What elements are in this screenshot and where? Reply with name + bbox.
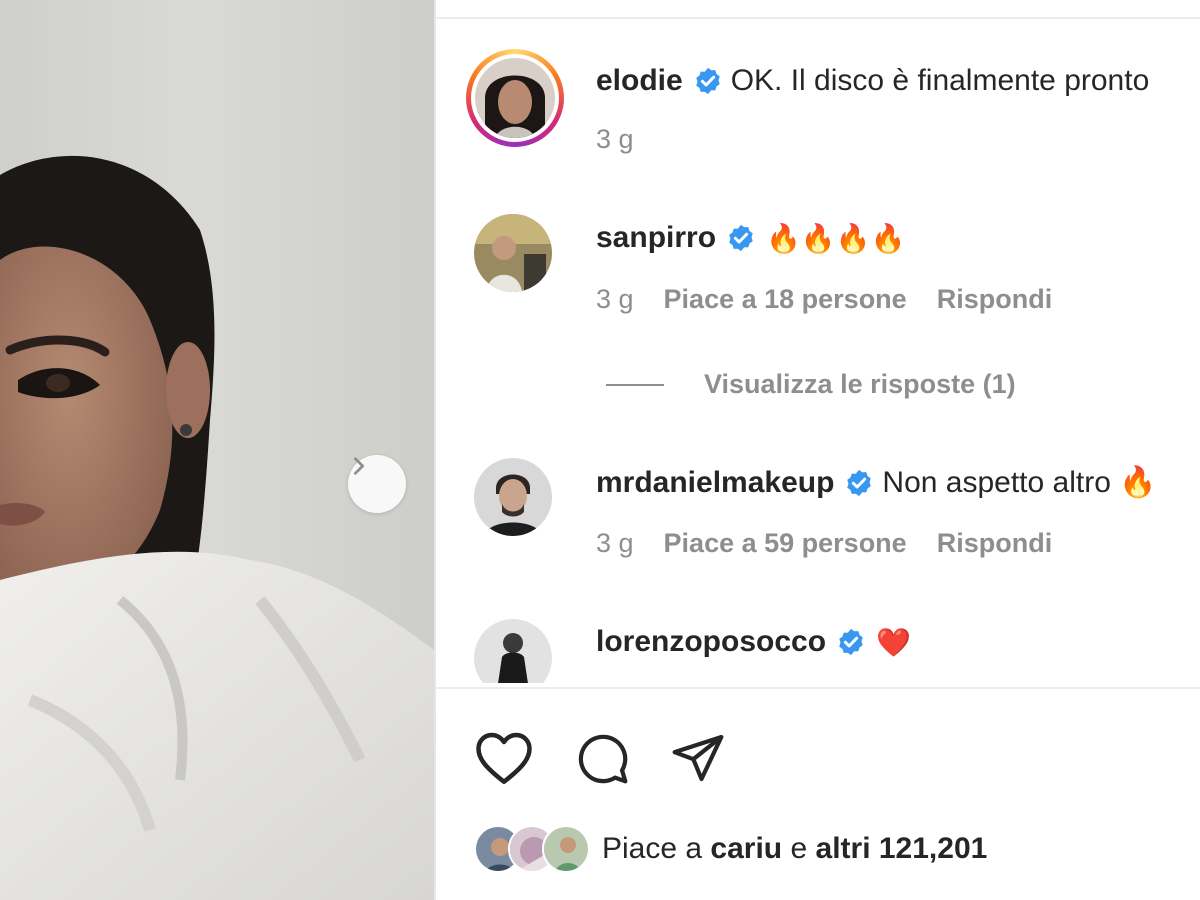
comment-likes-link[interactable]: Piace a 18 persone (664, 284, 907, 315)
comment-meta: 3 g Piace a 59 persone Rispondi (596, 528, 1052, 559)
comment-time: 3 g (596, 284, 634, 314)
likes-prefix: Piace a (602, 832, 703, 865)
paper-plane-icon[interactable] (670, 730, 726, 786)
likes-middle: e (790, 832, 808, 865)
action-bar (474, 730, 726, 786)
author-username[interactable]: elodie (596, 64, 683, 98)
likes-user[interactable]: cariu (710, 832, 782, 866)
verified-badge-icon (693, 66, 723, 96)
verified-badge-icon (844, 468, 874, 498)
replies-dash (606, 383, 664, 386)
heart-icon[interactable] (474, 730, 534, 786)
caption-row: elodie OK. Il disco è finalmente pronto (596, 64, 1149, 98)
comment-icon[interactable] (574, 730, 630, 786)
caption-meta: 3 g (596, 124, 634, 155)
comment-row: lorenzoposocco ❤️ (596, 625, 911, 659)
view-replies-label: Visualizza le risposte (1) (704, 369, 1016, 399)
reply-button[interactable]: Rispondi (937, 528, 1053, 559)
caption-time: 3 g (596, 124, 634, 154)
comment-meta: 3 g Piace a 18 persone Rispondi (596, 284, 1052, 315)
post-sidebar: elodie OK. Il disco è finalmente pronto … (436, 0, 1200, 900)
portrait-illustration (0, 155, 434, 900)
commenter-avatar[interactable] (474, 458, 552, 536)
commenter-avatar[interactable] (474, 619, 552, 683)
likes-count[interactable]: altri 121,201 (816, 832, 988, 866)
comment-row: sanpirro 🔥🔥🔥🔥 (596, 221, 905, 255)
comment-username[interactable]: mrdanielmakeup (596, 466, 834, 500)
comment-text: Non aspetto altro 🔥 (882, 466, 1157, 499)
view-replies-button[interactable]: Visualizza le risposte (1) (606, 369, 1016, 400)
comment-text: 🔥🔥🔥🔥 (766, 222, 906, 254)
comment-row: mrdanielmakeup Non aspetto altro 🔥 (596, 465, 1157, 500)
author-avatar[interactable] (466, 49, 564, 147)
post-photo (0, 0, 434, 900)
liker-avatars (474, 825, 590, 873)
reply-button[interactable]: Rispondi (937, 284, 1053, 315)
comment-username[interactable]: lorenzoposocco (596, 625, 826, 659)
comments-list: elodie OK. Il disco è finalmente pronto … (436, 19, 1200, 683)
comment-username[interactable]: sanpirro (596, 221, 716, 255)
actions-divider (436, 687, 1200, 689)
verified-badge-icon (726, 223, 756, 253)
liker-avatar (542, 825, 590, 873)
comment-time: 3 g (596, 528, 634, 558)
likes-summary[interactable]: Piace a cariu e altri 121,201 (474, 825, 987, 873)
verified-badge-icon (836, 627, 866, 657)
commenter-avatar[interactable] (474, 214, 552, 292)
comment-likes-link[interactable]: Piace a 59 persone (664, 528, 907, 559)
carousel-next-button[interactable] (348, 455, 406, 513)
comment-text: ❤️ (876, 626, 911, 658)
caption-text: OK. Il disco è finalmente pronto (730, 64, 1150, 97)
